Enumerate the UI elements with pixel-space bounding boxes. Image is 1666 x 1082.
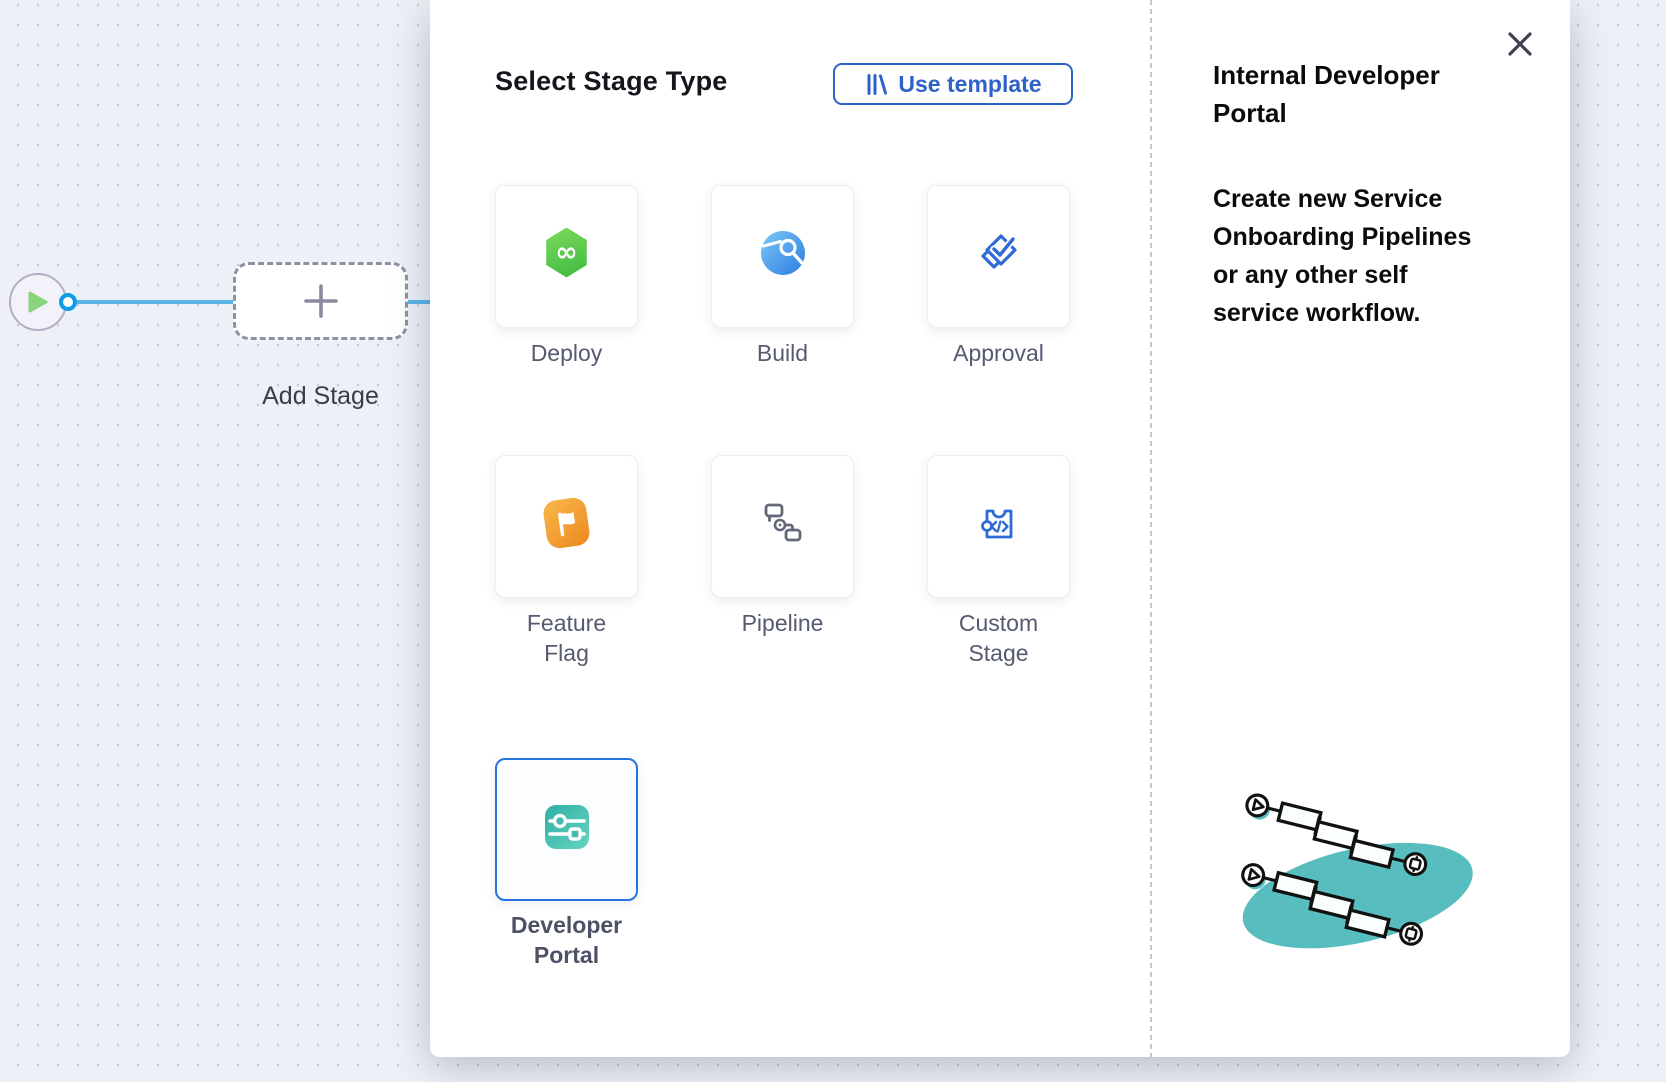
stage-card-build[interactable]	[711, 185, 854, 328]
approval-icon	[975, 229, 1023, 277]
start-node-port[interactable]	[59, 293, 77, 311]
panel-divider	[1150, 0, 1152, 1057]
stage-card-label: Pipeline	[711, 608, 854, 638]
pipeline-edge	[77, 300, 233, 304]
developer-portal-icon	[545, 805, 589, 849]
use-template-button[interactable]: Use template	[833, 63, 1073, 105]
stage-card-label: Developer Portal	[495, 910, 638, 970]
stage-card-approval[interactable]	[927, 185, 1070, 328]
custom-stage-icon	[975, 499, 1023, 547]
details-panel-title: Internal Developer Portal	[1213, 56, 1513, 132]
details-panel-description: Create new Service Onboarding Pipelines …	[1213, 180, 1513, 332]
plus-icon	[301, 281, 341, 321]
stage-card-feature-flag[interactable]	[495, 455, 638, 598]
modal-title: Select Stage Type	[495, 66, 728, 97]
add-stage-button[interactable]	[233, 262, 408, 340]
use-template-label: Use template	[898, 71, 1041, 98]
close-icon	[1505, 29, 1535, 59]
stage-card-label: Feature Flag	[495, 608, 638, 668]
stage-card-label: Approval	[927, 338, 1070, 368]
stage-card-label: Build	[711, 338, 854, 368]
deploy-icon: ∞	[545, 228, 589, 278]
stage-card-custom-stage[interactable]	[927, 455, 1070, 598]
play-icon	[28, 291, 48, 313]
stage-card-label: Deploy	[495, 338, 638, 368]
pipeline-illustration	[1235, 785, 1495, 975]
template-library-icon	[864, 72, 889, 97]
stage-card-pipeline[interactable]	[711, 455, 854, 598]
pipeline-icon	[759, 499, 807, 547]
stage-card-deploy[interactable]: ∞	[495, 185, 638, 328]
stage-card-developer-portal[interactable]	[495, 758, 638, 901]
select-stage-modal: Select Stage Type Use template ∞ Deploy …	[430, 0, 1570, 1057]
feature-flag-icon	[542, 496, 591, 550]
add-stage-label: Add Stage	[213, 382, 428, 411]
stage-card-label: Custom Stage	[927, 608, 1070, 668]
build-icon	[761, 231, 805, 275]
